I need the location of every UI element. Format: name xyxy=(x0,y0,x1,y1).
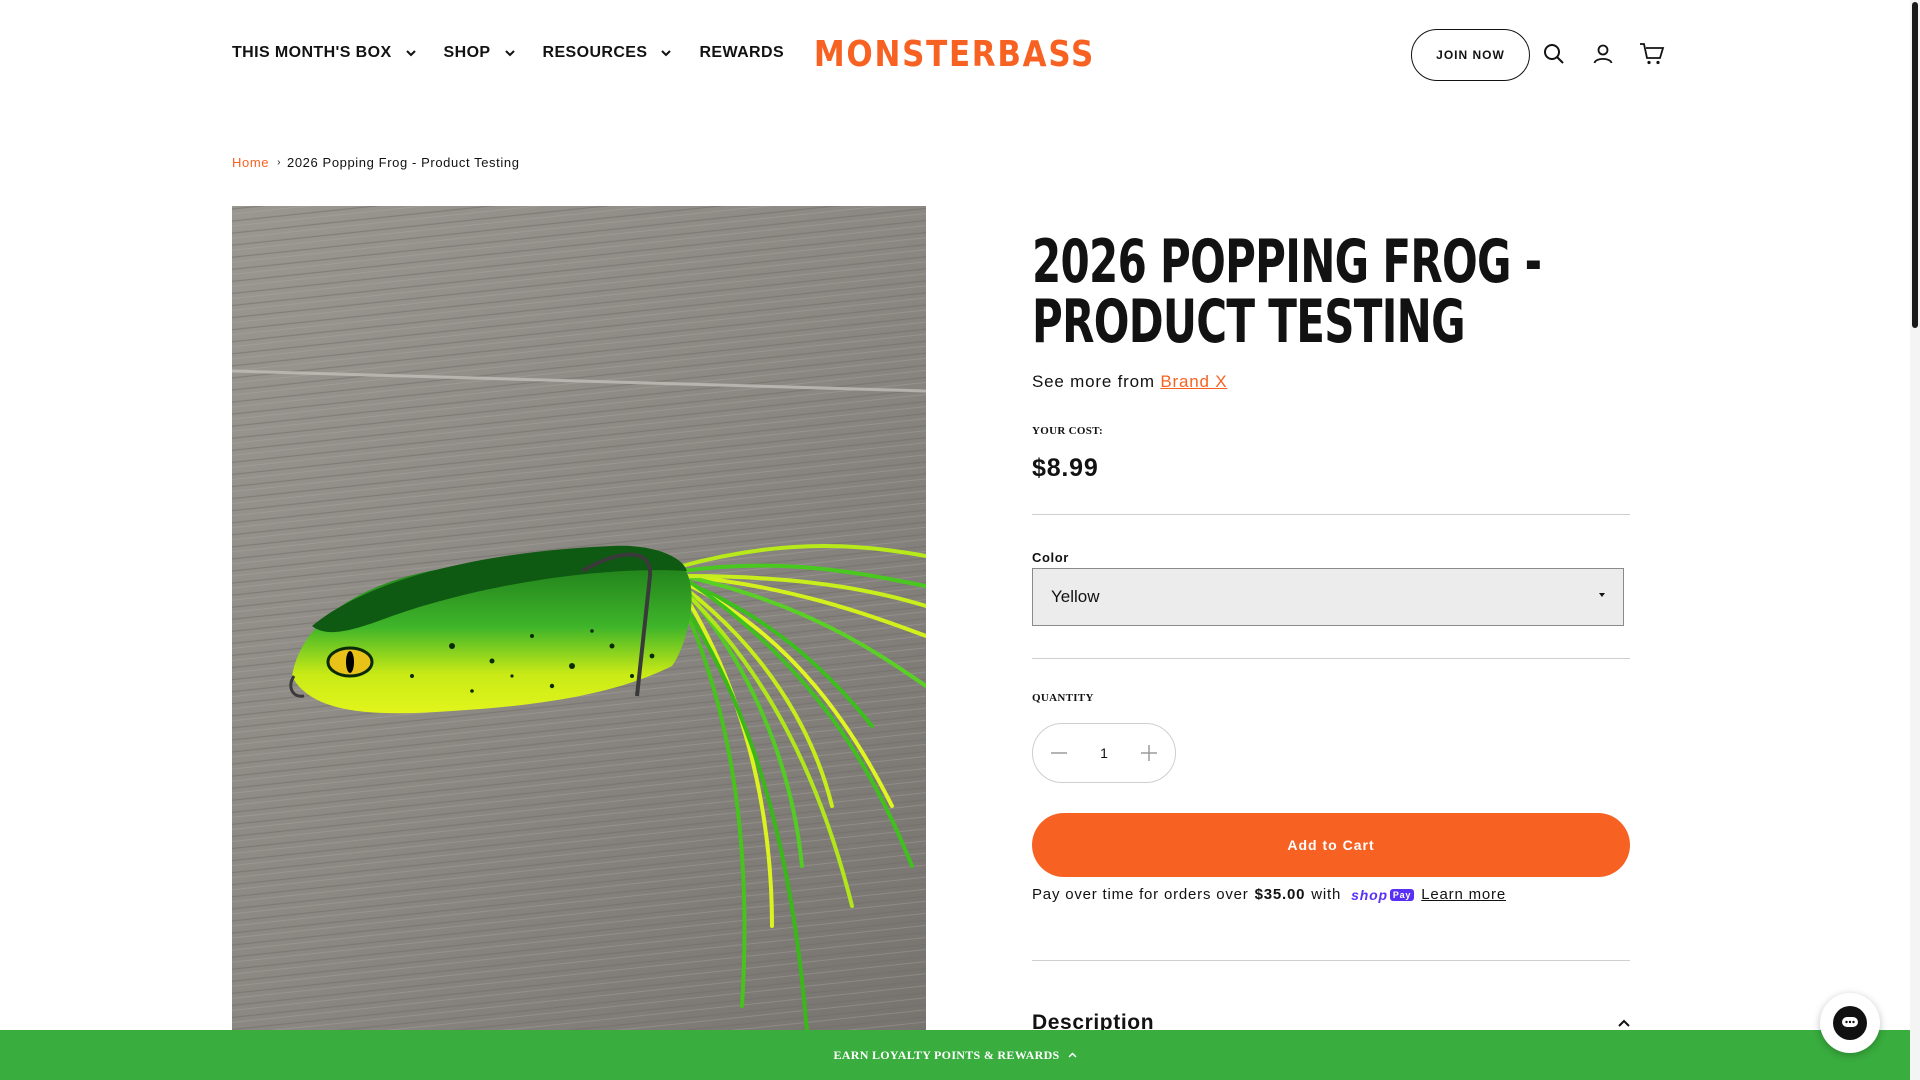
page-scrollbar[interactable] xyxy=(1910,0,1920,1080)
loyalty-bar-label: EARN LOYALTY POINTS & REWARDS xyxy=(833,1047,1060,1062)
breadcrumb-home-link[interactable]: Home xyxy=(232,155,269,170)
shoppay-logo-icon: shop Pay xyxy=(1351,886,1415,903)
join-now-button[interactable]: JOIN NOW xyxy=(1411,29,1530,81)
quantity-stepper: 1 xyxy=(1032,723,1176,783)
quantity-input[interactable]: 1 xyxy=(1084,745,1124,761)
divider xyxy=(1032,658,1630,659)
product-photo-frog xyxy=(232,206,926,1032)
nav-label: SHOP xyxy=(443,44,491,61)
cart-icon[interactable] xyxy=(1638,40,1666,68)
logo-text: MONSTERBASS xyxy=(813,33,1096,75)
chevron-down-icon xyxy=(655,45,677,61)
nav-label: THIS MONTH'S BOX xyxy=(232,44,392,61)
product-image[interactable] xyxy=(232,206,926,1032)
breadcrumb-current: 2026 Popping Frog - Product Testing xyxy=(287,155,520,170)
brand-link[interactable]: Brand X xyxy=(1160,372,1227,391)
site-header: THIS MONTH'S BOX SHOP RESOURCES REWARDS … xyxy=(0,0,1910,108)
see-more-brand: See more from Brand X xyxy=(1032,372,1227,392)
shoppay-installments: Pay over time for orders over $35.00 wit… xyxy=(1032,886,1506,903)
product-info: 2026 Popping Frog - Product Testing See … xyxy=(1032,232,1630,1034)
breadcrumb: Home › 2026 Popping Frog - Product Testi… xyxy=(232,155,520,170)
nav-item-resources[interactable]: RESOURCES xyxy=(543,44,678,62)
nav-item-rewards[interactable]: REWARDS xyxy=(699,44,784,62)
chevron-down-icon xyxy=(499,45,521,61)
plus-icon[interactable] xyxy=(1137,741,1161,765)
quantity-label: QUANTITY xyxy=(1032,692,1094,704)
product-price: $8.99 xyxy=(1032,454,1099,482)
learn-more-link[interactable]: Learn more xyxy=(1421,886,1506,903)
shoppay-with: with xyxy=(1311,886,1342,903)
color-label: Color xyxy=(1032,550,1069,565)
nav-label: REWARDS xyxy=(699,44,785,61)
shoppay-prefix: Pay over time for orders over xyxy=(1032,886,1249,903)
loyalty-rewards-bar[interactable]: EARN LOYALTY POINTS & REWARDS xyxy=(0,1030,1910,1080)
main-nav: THIS MONTH'S BOX SHOP RESOURCES REWARDS xyxy=(232,44,806,62)
divider xyxy=(1032,514,1630,515)
nav-label: RESOURCES xyxy=(542,44,648,61)
chevron-up-icon xyxy=(1068,1052,1077,1058)
account-icon[interactable] xyxy=(1589,40,1617,68)
color-select-value: Yellow xyxy=(1051,587,1100,606)
chevron-down-icon xyxy=(400,45,422,61)
nav-item-this-months-box[interactable]: THIS MONTH'S BOX xyxy=(232,44,422,62)
nav-item-shop[interactable]: SHOP xyxy=(444,44,521,62)
shoppay-logo-shop: shop xyxy=(1351,886,1388,903)
cost-label: YOUR COST: xyxy=(1032,425,1103,437)
search-icon[interactable] xyxy=(1540,40,1568,68)
chat-bubble-icon xyxy=(1833,1006,1867,1040)
see-more-prefix: See more from xyxy=(1032,372,1155,391)
caret-down-icon xyxy=(1599,593,1605,597)
breadcrumb-separator-icon: › xyxy=(277,157,282,168)
site-logo[interactable]: MONSTERBASS xyxy=(814,30,1093,78)
scrollbar-thumb[interactable] xyxy=(1912,2,1918,328)
shoppay-amount: $35.00 xyxy=(1254,886,1306,903)
add-to-cart-button[interactable]: Add to Cart xyxy=(1032,813,1630,877)
product-title: 2026 Popping Frog - Product Testing xyxy=(1032,227,1542,357)
divider xyxy=(1032,960,1630,961)
shoppay-logo-pay: Pay xyxy=(1389,888,1415,901)
minus-icon[interactable] xyxy=(1047,741,1071,765)
chat-widget-button[interactable] xyxy=(1820,993,1880,1053)
color-select[interactable]: Yellow xyxy=(1032,568,1624,626)
